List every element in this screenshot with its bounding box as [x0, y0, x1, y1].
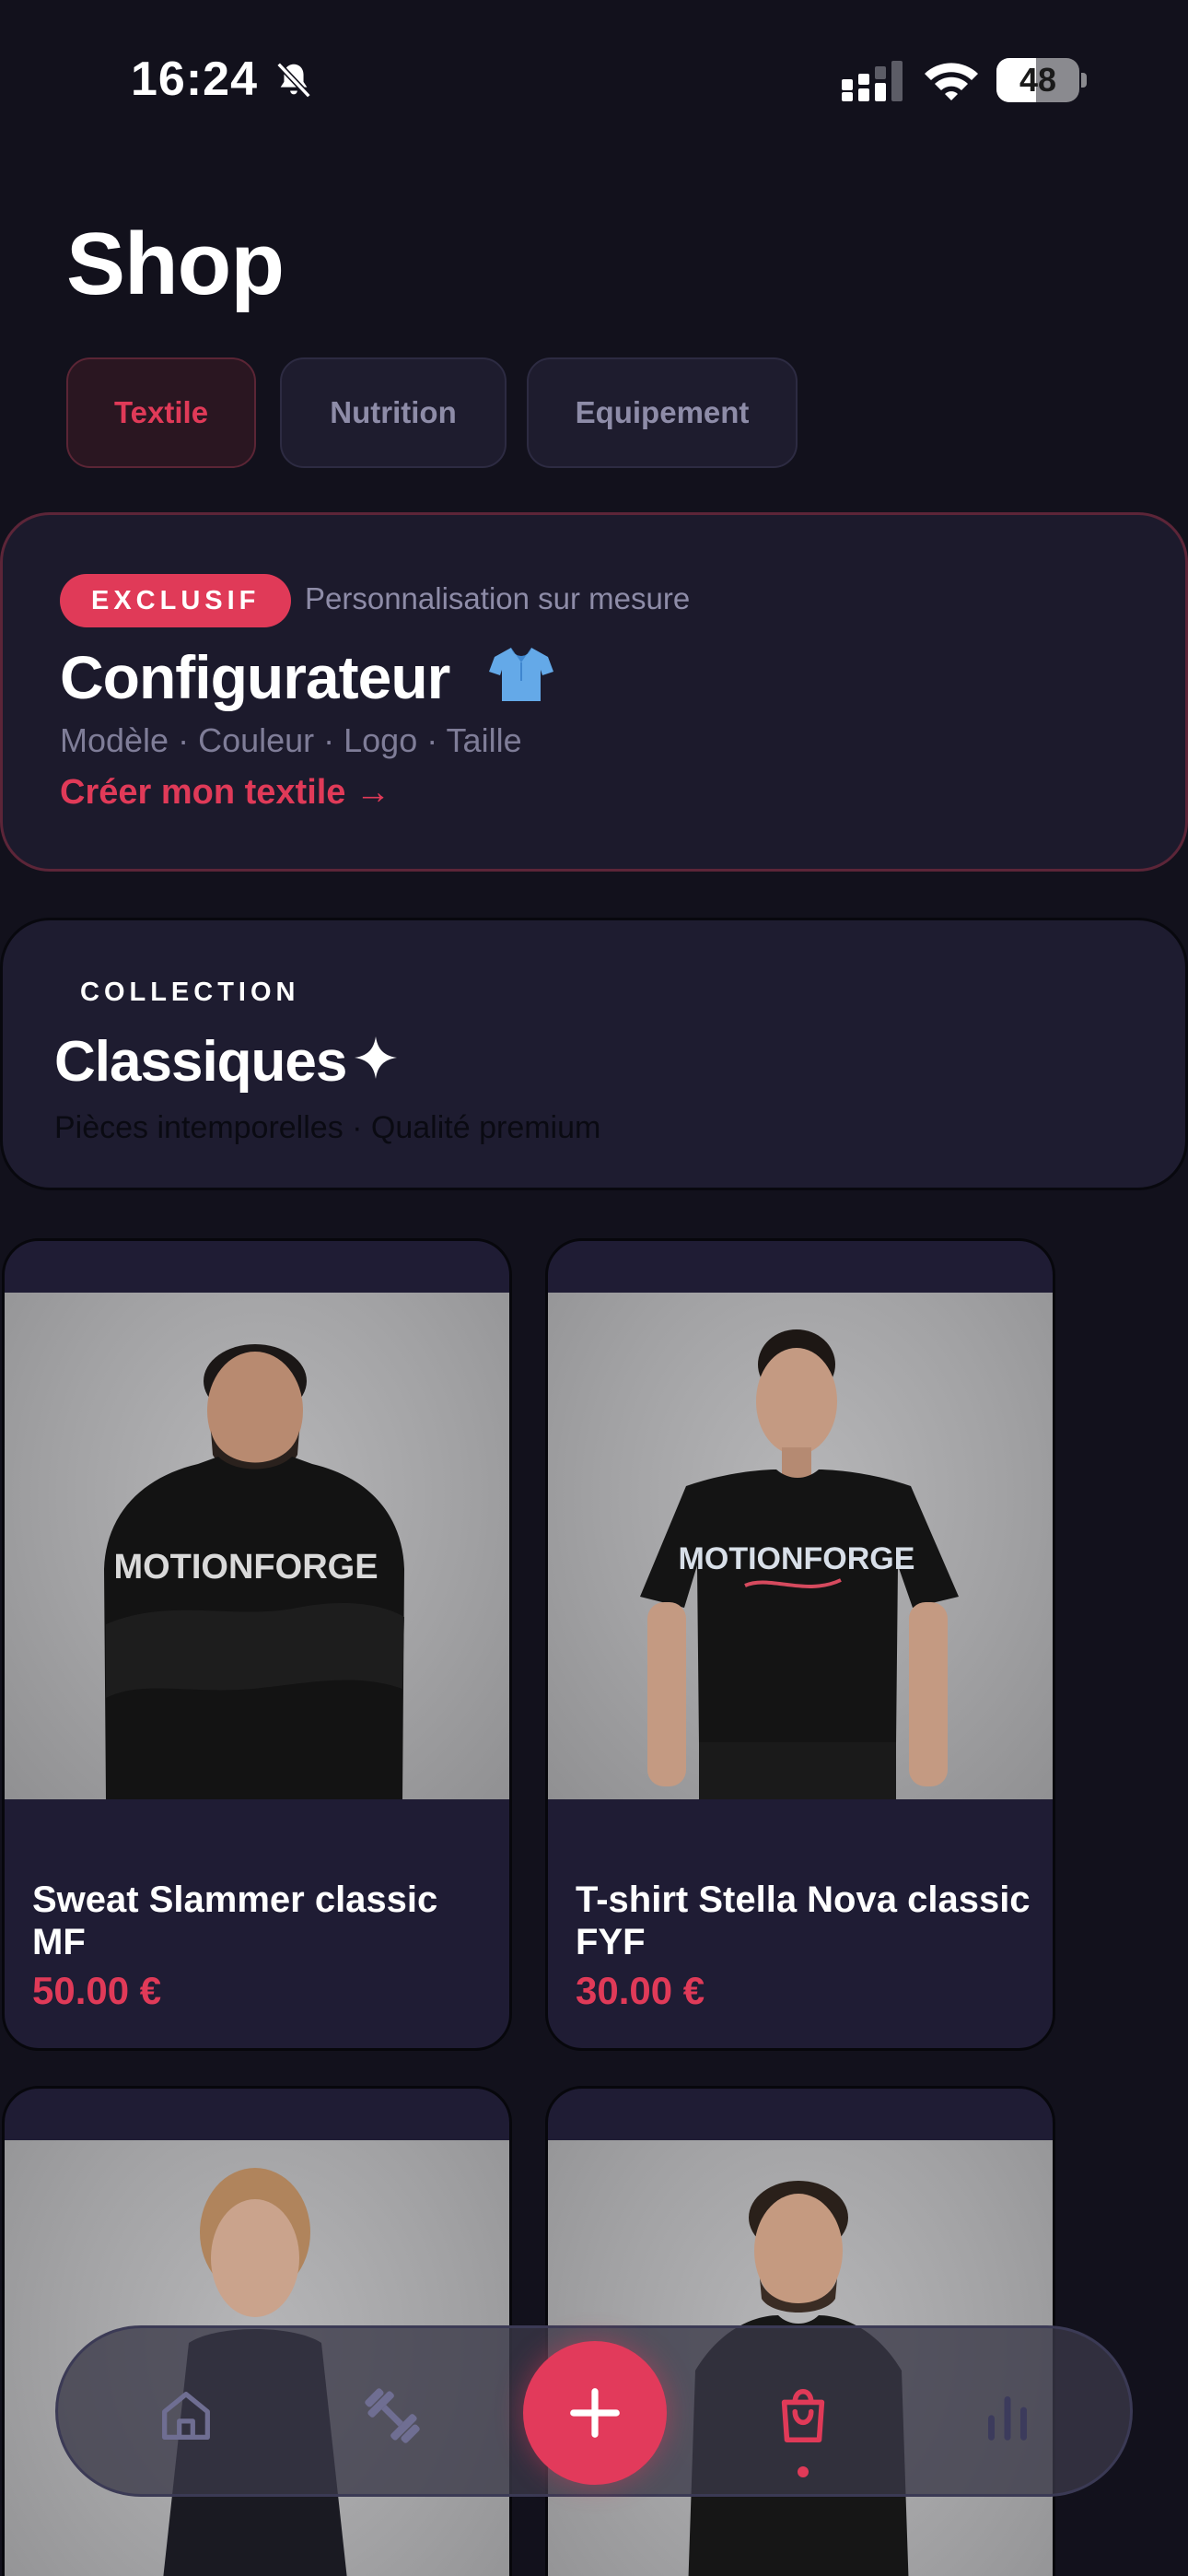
battery-body: 48 [996, 58, 1079, 102]
woman-in-black-tshirt-photo: MOTIONFORGE [640, 1329, 959, 1799]
product-card[interactable]: MOTIONFORGE T-shirt Stella Nova classic … [545, 1238, 1055, 2051]
collection-subtitle: Pièces intemporelles · Qualité premium [54, 1110, 601, 1145]
configurator-tagline: Personnalisation sur mesure [305, 581, 691, 615]
collection-card[interactable]: COLLECTION Classiques Pièces intemporell… [0, 918, 1188, 1190]
nav-home[interactable] [145, 2374, 227, 2457]
create-textile-link[interactable]: Créer mon textile → [60, 773, 390, 813]
collection-title: Classiques [54, 1030, 347, 1094]
product-photo: MOTIONFORGE [548, 1293, 1053, 1799]
bottom-nav [55, 2325, 1133, 2497]
product-price: 50.00 € [32, 1969, 162, 2012]
cellular-signal-icon [842, 61, 903, 101]
page-title: Shop [66, 215, 285, 313]
tab-textile[interactable]: Textile [66, 357, 256, 468]
man-in-black-hoodie-photo: MOTIONFORGE [104, 1344, 404, 1799]
product-price: 30.00 € [576, 1969, 705, 2012]
wifi-icon [925, 63, 978, 100]
battery-indicator: 48 [996, 58, 1087, 102]
tab-equipement[interactable]: Equipement [527, 357, 798, 468]
hoodie-print: MOTIONFORGE [113, 1548, 378, 1587]
add-button[interactable] [523, 2341, 667, 2485]
product-name: Sweat Slammer classic MF [32, 1879, 438, 1962]
battery-tip [1081, 73, 1087, 88]
nav-shop[interactable] [762, 2374, 844, 2457]
collection-label: COLLECTION [80, 978, 300, 1007]
status-bar: 16:24 48 [0, 0, 1188, 157]
configurator-options: Modèle · Couleur · Logo · Taille [60, 721, 522, 759]
configurator-title: Configurateur [60, 643, 450, 711]
bar-chart-icon [988, 2396, 1027, 2441]
product-name: T-shirt Stella Nova classic FYF [576, 1879, 1031, 1962]
home-icon [162, 2392, 210, 2440]
configurator-card[interactable]: EXCLUSIF Personnalisation sur mesure Con… [0, 512, 1188, 872]
dumbbell-icon [365, 2388, 420, 2443]
bell-muted-icon [276, 62, 311, 99]
product-photo: MOTIONFORGE [5, 1293, 509, 1799]
status-time: 16:24 [131, 53, 258, 106]
battery-level: 48 [1019, 61, 1057, 99]
sparkle-icon [355, 1036, 397, 1079]
product-card[interactable]: MOTIONFORGE Sweat Slammer classic MF 50.… [2, 1238, 512, 2051]
tshirt-icon [489, 648, 553, 701]
shopping-bag-icon [781, 2388, 825, 2443]
nav-workouts[interactable] [351, 2374, 434, 2457]
add-icon [570, 2388, 620, 2438]
tshirt-print: MOTIONFORGE [679, 1541, 915, 1576]
tab-nutrition[interactable]: Nutrition [280, 357, 507, 468]
nav-stats[interactable] [966, 2374, 1049, 2457]
active-indicator-dot [798, 2466, 809, 2477]
exclusive-badge: EXCLUSIF [60, 574, 292, 627]
